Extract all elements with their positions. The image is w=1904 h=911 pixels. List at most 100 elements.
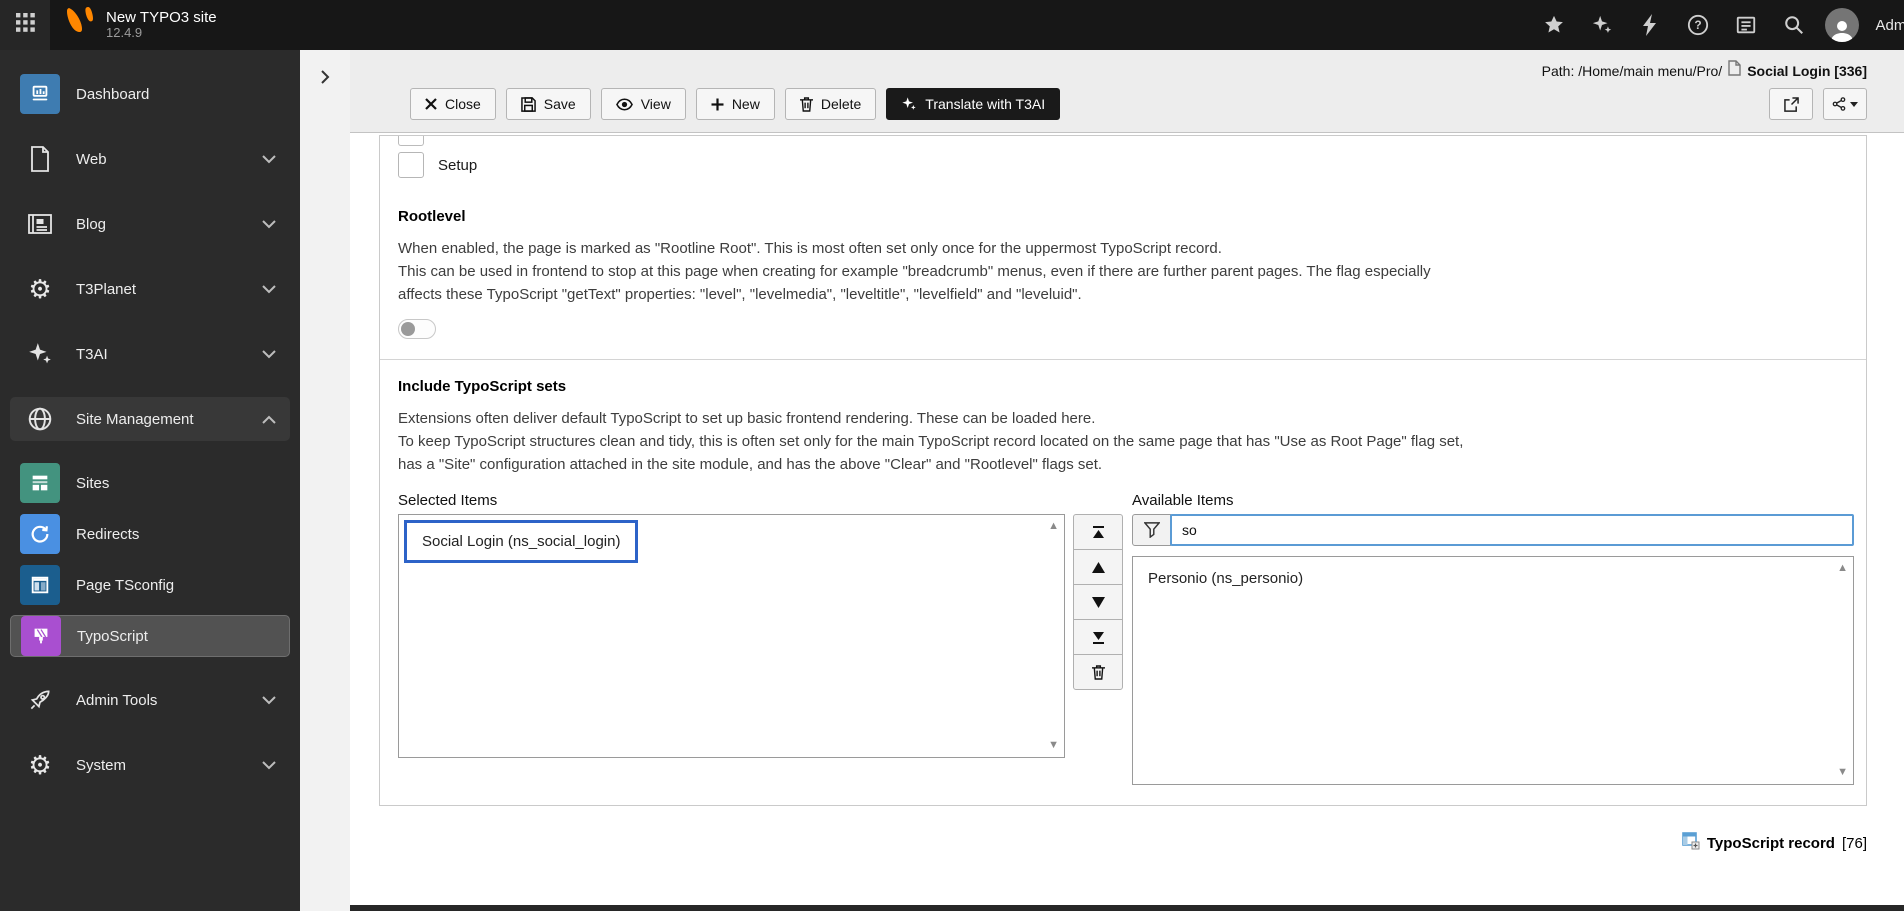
typoscript-brush-icon [21, 616, 61, 656]
share-button[interactable] [1823, 88, 1867, 120]
selected-items-label: Selected Items [398, 492, 498, 509]
close-button[interactable]: Close [410, 88, 496, 120]
rootlevel-toggle[interactable] [398, 319, 436, 339]
new-button[interactable]: New [695, 88, 775, 120]
clipped-checkbox[interactable] [398, 136, 424, 146]
sidebar-item-site-management[interactable]: Site Management [10, 397, 290, 441]
docheader-toolbar: Close Save View New Delete Translate wit… [410, 88, 1867, 120]
page-icon [1728, 58, 1741, 84]
section-rootlevel: Rootlevel When enabled, the page is mark… [380, 190, 1866, 359]
sidebar-item-typoscript[interactable]: TypoScript [10, 615, 290, 657]
docheader: Path: /Home/main menu/Pro/ Social Login … [350, 50, 1904, 133]
breadcrumb: Path: /Home/main menu/Pro/ Social Login … [410, 58, 1867, 84]
redirect-arrow-icon [20, 514, 60, 554]
filter-input[interactable] [1170, 514, 1854, 546]
sidebar-item-blog[interactable]: Blog [10, 202, 290, 246]
breadcrumb-path: Path: /Home/main menu/Pro/ [1541, 63, 1723, 79]
section-include-typoscript-sets: Include TypoScript sets Extensions often… [380, 359, 1866, 805]
rootlevel-description: When enabled, the page is marked as "Roo… [398, 240, 1222, 257]
scroll-down-arrow[interactable]: ▼ [1837, 767, 1848, 778]
move-up-button[interactable] [1073, 549, 1123, 585]
chevron-down-icon [262, 346, 276, 363]
form-panel: Setup Rootlevel When enabled, the page i… [379, 135, 1867, 806]
module-content: Path: /Home/main menu/Pro/ Social Login … [350, 50, 1904, 911]
setup-label: Setup [438, 156, 478, 174]
open-in-new-window-button[interactable] [1769, 88, 1813, 120]
selected-items-listbox[interactable]: Social Login (ns_social_login) ▲ ▼ [398, 514, 1065, 758]
selected-option[interactable]: Social Login (ns_social_login) [404, 520, 639, 563]
include-sets-description: Extensions often deliver default TypoScr… [398, 410, 1096, 427]
available-items-listbox[interactable]: Personio (ns_personio) ▲ ▼ [1132, 556, 1854, 785]
record-form: Setup Rootlevel When enabled, the page i… [350, 133, 1904, 911]
sparkles-icon [20, 334, 60, 374]
include-sets-heading: Include TypoScript sets [398, 378, 567, 395]
save-button[interactable]: Save [505, 88, 591, 120]
available-option[interactable]: Personio (ns_personio) [1133, 557, 1853, 587]
app-title: New TYPO3 site [106, 8, 217, 26]
move-to-bottom-button[interactable] [1073, 619, 1123, 655]
page-tsconfig-icon [20, 565, 60, 605]
sidebar-item-dashboard[interactable]: Dashboard [10, 72, 290, 116]
available-items-label: Available Items [1132, 492, 1234, 509]
rocket-icon [20, 680, 60, 720]
bookmark-star-icon[interactable] [1537, 8, 1571, 42]
list-move-controls [1073, 514, 1123, 758]
scroll-up-arrow[interactable]: ▲ [1837, 563, 1848, 574]
topbar: New TYPO3 site 12.4.9 ? Admin [0, 0, 1904, 50]
user-avatar[interactable] [1825, 8, 1860, 42]
filter-funnel-icon[interactable] [1132, 514, 1171, 546]
module-menu: Dashboard Web Blog ⚙ T3Planet T3AI Site … [0, 50, 300, 911]
scroll-up-arrow[interactable]: ▲ [1048, 521, 1059, 532]
app-version: 12.4.9 [106, 25, 143, 41]
navigation-strip [300, 50, 350, 911]
record-footer: TypoScript record [76] [379, 832, 1867, 854]
sidebar-item-system[interactable]: ⚙ System [10, 743, 290, 787]
app-grid-icon [15, 13, 35, 37]
sidebar-item-admin-tools[interactable]: Admin Tools [10, 678, 290, 722]
chevron-down-icon [262, 692, 276, 709]
search-icon[interactable] [1777, 8, 1811, 42]
sidebar-item-t3ai[interactable]: T3AI [10, 332, 290, 376]
chevron-down-icon [262, 757, 276, 774]
expand-pagetree-button[interactable] [310, 62, 340, 92]
t3ai-sparkles-icon[interactable] [1585, 8, 1619, 42]
available-items-filter [1132, 514, 1854, 546]
toggle-knob [401, 322, 415, 336]
typoscript-record-icon [1682, 832, 1700, 854]
sidebar-item-sites[interactable]: Sites [10, 462, 290, 504]
setup-checkbox[interactable] [398, 152, 424, 178]
release-notes-icon[interactable] [1729, 8, 1763, 42]
move-to-top-button[interactable] [1073, 514, 1123, 550]
move-down-button[interactable] [1073, 584, 1123, 620]
clear-cache-bolt-icon[interactable] [1633, 8, 1667, 42]
dual-list-widget: Selected Items Social Login (ns_social_l… [398, 492, 1854, 785]
translate-t3ai-button[interactable]: Translate with T3AI [886, 88, 1061, 120]
sites-icon [20, 463, 60, 503]
remove-item-button[interactable] [1073, 654, 1123, 690]
sidebar-item-web[interactable]: Web [10, 137, 290, 181]
sidebar-item-t3planet[interactable]: ⚙ T3Planet [10, 267, 290, 311]
dashboard-icon [20, 74, 60, 114]
help-icon[interactable]: ? [1681, 8, 1715, 42]
web-page-icon [20, 139, 60, 179]
gear-icon: ⚙ [28, 274, 52, 304]
sidebar-item-page-tsconfig[interactable]: Page TSconfig [10, 564, 290, 606]
module-grid-toggle[interactable] [0, 0, 50, 50]
chevron-down-icon [262, 151, 276, 168]
chevron-down-icon [262, 216, 276, 233]
chevron-down-icon [262, 281, 276, 298]
view-button[interactable]: View [600, 88, 686, 120]
sidebar-item-redirects[interactable]: Redirects [10, 513, 290, 555]
delete-button[interactable]: Delete [784, 88, 877, 120]
topbar-actions: ? Admin [1537, 8, 1904, 42]
breadcrumb-record-title: Social Login [336] [1747, 63, 1867, 79]
content-bottom-edge [350, 905, 1904, 911]
rootlevel-heading: Rootlevel [398, 208, 466, 225]
scroll-down-arrow[interactable]: ▼ [1048, 740, 1059, 751]
user-name[interactable]: Admin [1875, 17, 1904, 34]
chevron-up-icon [262, 411, 276, 428]
record-uid: [76] [1841, 834, 1867, 852]
globe-icon [20, 399, 60, 439]
blog-newspaper-icon [20, 204, 60, 244]
site-brand[interactable]: New TYPO3 site 12.4.9 [50, 0, 233, 50]
